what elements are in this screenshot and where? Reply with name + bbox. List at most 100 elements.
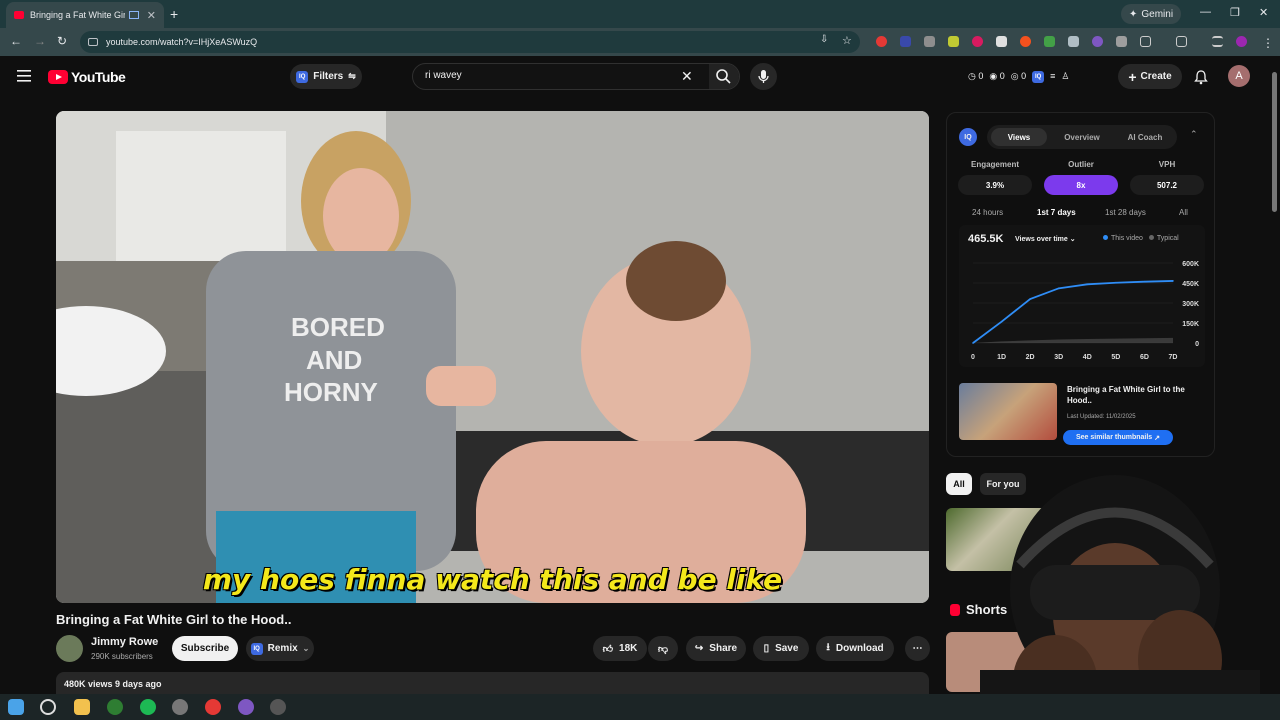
x-tick-label: 1D (997, 354, 1006, 361)
dislike-button[interactable]: 👎︎ (648, 636, 678, 661)
like-count: 18K (619, 643, 638, 654)
this-video-point (1029, 298, 1031, 300)
channel-avatar[interactable] (56, 635, 83, 662)
extension-box-icon[interactable] (1116, 36, 1127, 47)
side-panel-icon[interactable] (1176, 36, 1187, 47)
notifications-bell-icon[interactable] (1193, 69, 1209, 85)
window-close-icon[interactable]: ✕ (1259, 6, 1268, 19)
extension-red-icon[interactable] (876, 36, 887, 47)
taskbar-search-icon[interactable] (40, 699, 56, 715)
extension-pink-icon[interactable] (972, 36, 983, 47)
windows-start-icon[interactable] (8, 699, 24, 715)
see-similar-label: See similar thumbnails (1075, 434, 1153, 441)
views-chart-card: 465.5K Views over time ⌄ This video Typi… (959, 225, 1205, 367)
filters-button[interactable]: IQ Filters ⇋ (290, 64, 362, 89)
more-horizontal-icon: ⋯ (912, 643, 923, 654)
scrollbar-thumb[interactable] (1272, 72, 1277, 212)
gemini-label: Gemini (1141, 8, 1174, 20)
gemini-button[interactable]: ✦ Gemini (1121, 4, 1182, 24)
extension-grey-icon[interactable] (924, 36, 935, 47)
extension-purple-icon[interactable] (1092, 36, 1103, 47)
range-all[interactable]: All (1179, 208, 1188, 217)
share-button[interactable]: ↪ Share (686, 636, 746, 661)
tab-media-icon (128, 11, 139, 19)
account-avatar[interactable]: A (1228, 65, 1250, 87)
forward-icon[interactable]: → (34, 34, 46, 48)
tab-ai-coach[interactable]: AI Coach (1117, 128, 1173, 146)
extension-green-icon[interactable] (1044, 36, 1055, 47)
site-info-icon[interactable] (88, 38, 98, 46)
bookmark-star-icon[interactable]: ☆ (842, 34, 852, 47)
download-button[interactable]: ⭳ Download (816, 636, 894, 661)
x-tick-label: 7D (1169, 354, 1178, 361)
like-button[interactable]: 👍︎ 18K (593, 636, 647, 661)
range-1st-7-days[interactable]: 1st 7 days (1037, 208, 1076, 217)
this-video-point (1143, 280, 1146, 283)
extensions-puzzle-icon[interactable] (1140, 36, 1151, 47)
similar-thumbnail-image[interactable] (959, 383, 1057, 440)
video-player[interactable]: BORED AND HORNY my hoes finna watch this… (56, 111, 929, 603)
youtube-favicon-icon (14, 11, 24, 19)
view-count-date[interactable]: 480K views 9 days ago (56, 672, 929, 696)
extension-download-icon[interactable] (996, 36, 1007, 47)
y-tick-label: 150K (1182, 321, 1199, 328)
youtube-logo[interactable]: YouTube (48, 69, 126, 85)
remix-button[interactable]: IQ Remix ⌄ (246, 636, 314, 661)
search-input[interactable]: ri wavey (425, 70, 462, 81)
chrome-menu-icon[interactable]: ⋮ (1262, 36, 1274, 50)
tab-overview[interactable]: Overview (1054, 128, 1110, 146)
trophy-icon[interactable]: ♙ (1061, 71, 1069, 83)
vph-value: 507.2 (1130, 175, 1204, 195)
hamburger-menu-icon[interactable] (17, 70, 31, 82)
collapse-chevron-icon[interactable]: ⌃ (1190, 129, 1198, 140)
iq-toolbar-icon[interactable]: IQ (1032, 71, 1045, 83)
tab-close-icon[interactable]: ✕ (147, 9, 156, 22)
extension-yellow-icon[interactable] (948, 36, 959, 47)
app-purple-icon[interactable] (238, 699, 254, 715)
sliders-icon: ⇋ (348, 71, 356, 81)
engagement-value: 3.9% (958, 175, 1032, 195)
search-button[interactable] (709, 64, 739, 89)
profile-icon[interactable] (1236, 36, 1247, 47)
typical-series-area (973, 337, 1173, 343)
clear-search-icon[interactable]: ✕ (681, 68, 693, 85)
this-video-series-line (972, 280, 1174, 344)
extension-orange-icon[interactable] (1020, 36, 1031, 47)
save-button[interactable]: ▯ Save (753, 636, 809, 661)
range-24-hours[interactable]: 24 hours (972, 208, 1003, 217)
range-1st-28-days[interactable]: 1st 28 days (1105, 208, 1146, 217)
list-icon[interactable]: ≡ (1050, 71, 1055, 83)
see-similar-thumbnails-button[interactable]: See similar thumbnails ↗ (1063, 430, 1173, 445)
svg-text:HORNY: HORNY (284, 377, 378, 407)
install-icon[interactable]: ⇩ (820, 34, 828, 45)
tab-search-icon[interactable] (1212, 36, 1223, 47)
search-icon (716, 69, 731, 84)
back-icon[interactable]: ← (10, 34, 22, 48)
browser-tab[interactable]: Bringing a Fat White Girl to ✕ (6, 2, 164, 28)
reload-icon[interactable]: ↻ (57, 34, 67, 48)
app-red-icon[interactable] (205, 699, 221, 715)
share-label: Share (709, 643, 738, 654)
minimize-icon[interactable]: — (1200, 6, 1211, 18)
extension-s-icon[interactable] (900, 36, 911, 47)
extension-k-icon[interactable] (1068, 36, 1079, 47)
create-button[interactable]: + Create (1118, 64, 1182, 89)
this-video-point (1172, 280, 1174, 282)
more-actions-button[interactable]: ⋯ (905, 636, 930, 661)
app-circle-icon[interactable] (172, 699, 188, 715)
x-tick-label: 2D (1026, 354, 1035, 361)
voice-search-button[interactable] (750, 63, 777, 90)
channel-name[interactable]: Jimmy Rowe (91, 636, 158, 648)
chrome-taskbar-icon[interactable] (107, 699, 123, 715)
restore-icon[interactable]: ❐ (1230, 6, 1240, 19)
subscribe-button[interactable]: Subscribe (172, 636, 238, 661)
engagement-label: Engagement (970, 160, 1019, 169)
tab-views[interactable]: Views (991, 128, 1047, 146)
url-bar[interactable]: youtube.com/watch?v=IHjXeASWuzQ (80, 31, 860, 53)
share-arrow-icon: ↪ (694, 643, 704, 654)
obs-icon[interactable] (270, 699, 286, 715)
new-tab-plus-icon[interactable]: + (170, 6, 178, 22)
video-title: Bringing a Fat White Girl to the Hood.. (56, 612, 292, 627)
file-explorer-icon[interactable] (74, 699, 90, 715)
spotify-icon[interactable] (140, 699, 156, 715)
